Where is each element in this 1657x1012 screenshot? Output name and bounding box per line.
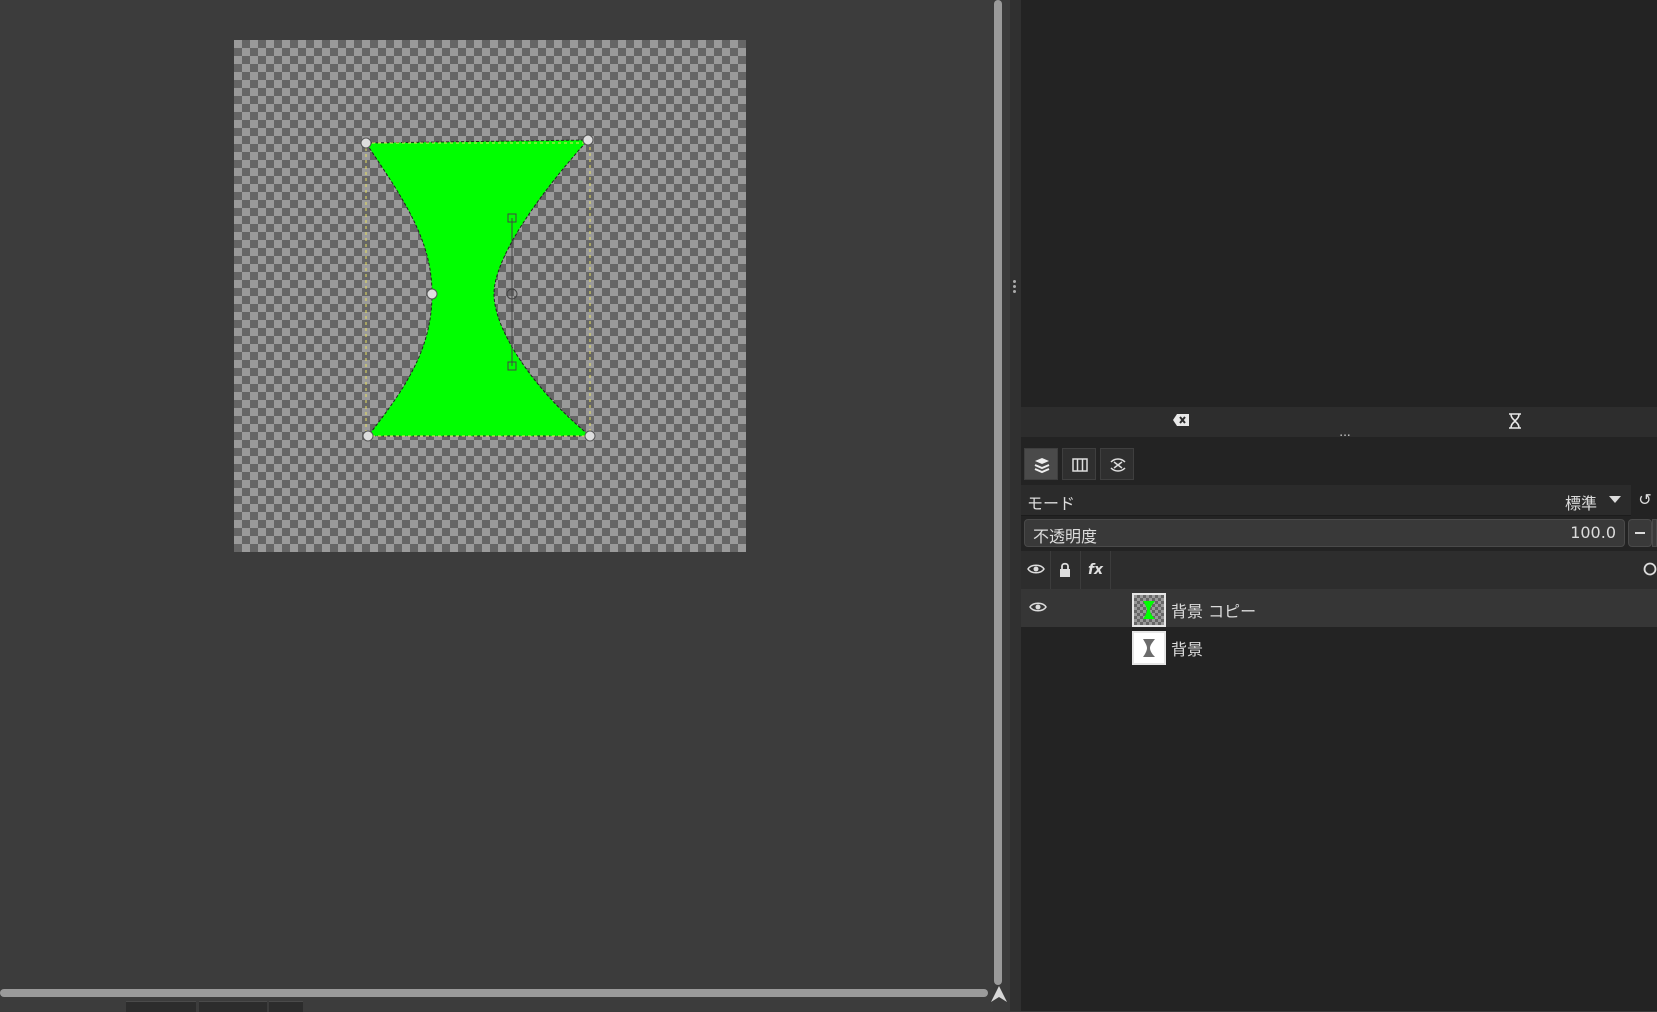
search-icon[interactable] — [1641, 561, 1657, 579]
eye-icon[interactable] — [1029, 600, 1047, 614]
bottom-tab-1[interactable] — [126, 1001, 196, 1012]
opacity-decrease-button[interactable] — [1628, 519, 1652, 547]
mode-label: モード — [1027, 494, 1076, 513]
opacity-label: 不透明度 — [1033, 527, 1098, 546]
mode-select[interactable]: モード 標準 — [1021, 485, 1631, 516]
layer-thumbnail[interactable] — [1132, 593, 1166, 627]
header-lock[interactable] — [1051, 551, 1081, 589]
hourglass-shape[interactable] — [234, 40, 746, 552]
mode-value[interactable]: 標準 — [1565, 490, 1597, 514]
tab-layers[interactable] — [1024, 448, 1058, 480]
handle-bottom-left — [362, 430, 374, 442]
eye-icon — [1027, 564, 1045, 574]
layer-row[interactable]: 背景 コピー — [1021, 589, 1657, 627]
channels-icon — [1072, 458, 1088, 472]
header-visibility[interactable] — [1021, 551, 1051, 589]
opacity-value[interactable]: 100.0 — [1570, 523, 1616, 542]
layer-name[interactable]: 背景 — [1171, 636, 1203, 660]
handle-top-right — [582, 134, 594, 146]
handle-bottom-right — [584, 430, 596, 442]
panel-splitter[interactable] — [1010, 0, 1021, 1011]
reset-icon[interactable]: ↺ — [1633, 488, 1657, 512]
tab-paths[interactable] — [1100, 448, 1134, 480]
chevron-down-icon[interactable] — [1609, 496, 1621, 503]
header-effects[interactable]: fx — [1081, 551, 1111, 589]
tab-channels[interactable] — [1062, 448, 1096, 480]
handle-top-left — [360, 137, 372, 149]
paths-icon — [1110, 458, 1126, 472]
navigate-arrow-icon[interactable] — [988, 984, 1010, 1004]
bottom-tab-2[interactable] — [199, 1001, 267, 1012]
opacity-field[interactable]: 不透明度 100.0 — [1024, 519, 1625, 547]
layer-row[interactable]: 背景 — [1021, 627, 1657, 665]
hourglass-icon[interactable] — [1505, 413, 1525, 431]
vertical-scrollbar[interactable] — [994, 0, 1002, 985]
lock-icon — [1060, 562, 1070, 577]
layer-thumbnail[interactable] — [1132, 631, 1166, 665]
canvas-area[interactable] — [0, 0, 993, 1011]
clear-icon[interactable] — [1171, 413, 1191, 431]
splitter-grip-icon[interactable] — [1013, 280, 1017, 294]
horizontal-scrollbar[interactable] — [0, 989, 988, 997]
anchor-left-mid — [426, 288, 438, 300]
layer-name[interactable]: 背景 コピー — [1171, 598, 1256, 622]
top-dock-panel — [1021, 0, 1657, 407]
shape-fill — [365, 139, 592, 437]
bottom-tab-3[interactable] — [269, 1001, 303, 1012]
layers-list-header: fx — [1021, 551, 1657, 590]
layers-icon — [1034, 458, 1050, 474]
opacity-increase-button[interactable] — [1652, 519, 1657, 547]
image-canvas[interactable] — [234, 40, 746, 552]
